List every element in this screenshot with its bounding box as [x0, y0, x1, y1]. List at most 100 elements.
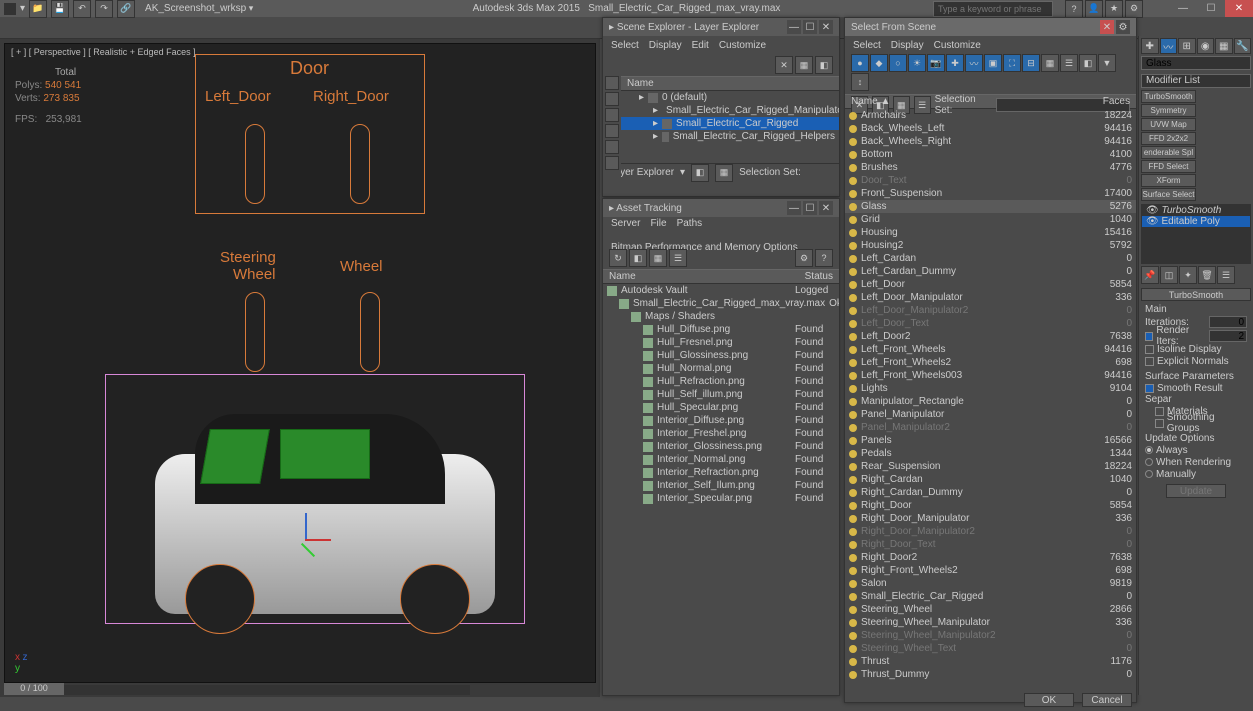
- at-icon[interactable]: ◧: [629, 249, 647, 267]
- asset-row[interactable]: Hull_Self_illum.pngFound: [603, 388, 839, 401]
- settings-icon[interactable]: ⚙: [1125, 0, 1143, 18]
- filter-helper-icon[interactable]: ✚: [946, 54, 964, 72]
- time-slider[interactable]: 0 / 100: [4, 685, 470, 695]
- stack-show-icon[interactable]: ◫: [1160, 266, 1178, 284]
- asset-row[interactable]: Interior_Diffuse.pngFound: [603, 414, 839, 427]
- render-iters-spinner[interactable]: [1209, 330, 1247, 342]
- asset-row[interactable]: Hull_Normal.pngFound: [603, 362, 839, 375]
- se-column-header[interactable]: Name: [621, 76, 839, 91]
- left-door-slider[interactable]: [245, 124, 265, 204]
- scene-object-row[interactable]: Thrust1176: [845, 655, 1136, 668]
- at-icon[interactable]: ⚙: [795, 249, 813, 267]
- stack-item[interactable]: 👁 TurboSmooth: [1142, 205, 1250, 216]
- smoothing-groups-checkbox[interactable]: [1155, 419, 1164, 428]
- close-icon[interactable]: ✕: [1100, 20, 1114, 34]
- stack-pin-icon[interactable]: 📌: [1141, 266, 1159, 284]
- stack-unique-icon[interactable]: ✦: [1179, 266, 1197, 284]
- scene-object-row[interactable]: Right_Front_Wheels2698: [845, 564, 1136, 577]
- se-search-icon[interactable]: ✕: [775, 56, 793, 74]
- rear-wheel-mesh[interactable]: [400, 564, 470, 634]
- side-tab-icon[interactable]: [605, 140, 619, 154]
- filter-geom-icon[interactable]: ◆: [870, 54, 888, 72]
- scene-object-row[interactable]: Right_Cardan_Dummy0: [845, 486, 1136, 499]
- scene-object-row[interactable]: Housing15416: [845, 226, 1136, 239]
- object-name-field[interactable]: [1141, 56, 1251, 70]
- layer-row[interactable]: ▸Small_Electric_Car_Rigged: [621, 117, 839, 130]
- utility-tab-icon[interactable]: 🔧: [1234, 38, 1252, 54]
- redo-icon[interactable]: ↷: [95, 0, 113, 18]
- asset-row[interactable]: Hull_Diffuse.pngFound: [603, 323, 839, 336]
- scene-object-row[interactable]: Grid1040: [845, 213, 1136, 226]
- front-wheel-mesh[interactable]: [185, 564, 255, 634]
- filter-all-icon[interactable]: ●: [851, 54, 869, 72]
- scene-object-row[interactable]: Left_Front_Wheels2698: [845, 356, 1136, 369]
- se-toggle-icon[interactable]: ◧: [815, 56, 833, 74]
- smooth-result-checkbox[interactable]: [1145, 384, 1154, 393]
- scene-object-row[interactable]: Steering_Wheel_Text0: [845, 642, 1136, 655]
- filter-icon[interactable]: ▼: [1098, 54, 1116, 72]
- max-caret-icon[interactable]: ▾: [20, 3, 25, 14]
- stack-item[interactable]: 👁 Editable Poly: [1142, 216, 1250, 227]
- scene-object-row[interactable]: Panel_Manipulator0: [845, 408, 1136, 421]
- asset-row[interactable]: Small_Electric_Car_Rigged_max_vray.maxOk: [603, 297, 839, 310]
- modifier-button[interactable]: XForm: [1141, 174, 1196, 187]
- modifier-stack[interactable]: 👁 TurboSmooth👁 Editable Poly: [1141, 204, 1251, 264]
- menu-file[interactable]: File: [650, 217, 666, 231]
- modifier-button[interactable]: FFD 2x2x2: [1141, 132, 1196, 145]
- asset-row[interactable]: Hull_Fresnel.pngFound: [603, 336, 839, 349]
- se-filter-icon[interactable]: ▦: [795, 56, 813, 74]
- menu-select[interactable]: Select: [611, 40, 639, 51]
- link-icon[interactable]: 🔗: [117, 0, 135, 18]
- asset-row[interactable]: Interior_Specular.pngFound: [603, 492, 839, 505]
- scene-object-row[interactable]: Steering_Wheel2866: [845, 603, 1136, 616]
- close-icon[interactable]: ✕: [819, 201, 833, 215]
- scene-object-row[interactable]: Left_Front_Wheels00394416: [845, 369, 1136, 382]
- turbosmooth-rollout-header[interactable]: TurboSmooth: [1141, 288, 1251, 301]
- minimize-button[interactable]: —: [1169, 0, 1197, 17]
- filter-xref-icon[interactable]: ⛶: [1003, 54, 1021, 72]
- filter-cam-icon[interactable]: 📷: [927, 54, 945, 72]
- scene-object-row[interactable]: Right_Door5854: [845, 499, 1136, 512]
- modifier-button[interactable]: Surface Select: [1141, 188, 1196, 201]
- asset-row[interactable]: Interior_Normal.pngFound: [603, 453, 839, 466]
- close-button[interactable]: ✕: [1225, 0, 1253, 17]
- asset-row[interactable]: Maps / Shaders: [603, 310, 839, 323]
- scene-object-row[interactable]: Left_Door5854: [845, 278, 1136, 291]
- asset-row[interactable]: Hull_Refraction.pngFound: [603, 375, 839, 388]
- scene-object-row[interactable]: Left_Door_Manipulator336: [845, 291, 1136, 304]
- filter-icon[interactable]: ▦: [1041, 54, 1059, 72]
- filter-warp-icon[interactable]: 〰: [965, 54, 983, 72]
- modifier-button[interactable]: UVW Map: [1141, 118, 1196, 131]
- sfs-titlebar[interactable]: Select From Scene ✕⚙: [845, 18, 1136, 36]
- asset-row[interactable]: Interior_Refraction.pngFound: [603, 466, 839, 479]
- steering-slider[interactable]: [245, 292, 265, 372]
- save-icon[interactable]: 💾: [51, 0, 69, 18]
- open-icon[interactable]: 📁: [29, 0, 47, 18]
- menu-select[interactable]: Select: [853, 40, 881, 51]
- asset-row[interactable]: Interior_Self_Ilum.pngFound: [603, 479, 839, 492]
- scene-object-row[interactable]: Right_Cardan1040: [845, 473, 1136, 486]
- at-column-header[interactable]: NameStatus: [603, 269, 839, 284]
- asset-row[interactable]: Interior_Freshel.pngFound: [603, 427, 839, 440]
- at-icon[interactable]: ?: [815, 249, 833, 267]
- explicit-normals-checkbox[interactable]: [1145, 357, 1154, 366]
- scene-object-row[interactable]: Right_Door27638: [845, 551, 1136, 564]
- scene-object-row[interactable]: Left_Front_Wheels94416: [845, 343, 1136, 356]
- when-rendering-radio[interactable]: [1145, 458, 1153, 466]
- scene-object-row[interactable]: Salon9819: [845, 577, 1136, 590]
- side-tab-icon[interactable]: [605, 108, 619, 122]
- filter-icon[interactable]: ☰: [1060, 54, 1078, 72]
- asset-row[interactable]: Autodesk VaultLogged: [603, 284, 839, 297]
- at-icon[interactable]: ▦: [649, 249, 667, 267]
- scene-object-row[interactable]: Manipulator_Rectangle0: [845, 395, 1136, 408]
- help-icon[interactable]: ?: [1065, 0, 1083, 18]
- scene-object-row[interactable]: Lights9104: [845, 382, 1136, 395]
- update-button[interactable]: Update: [1166, 484, 1226, 498]
- filter-bone-icon[interactable]: ⊟: [1022, 54, 1040, 72]
- filter-shape-icon[interactable]: ○: [889, 54, 907, 72]
- modifier-button[interactable]: Symmetry: [1141, 104, 1196, 117]
- manually-radio[interactable]: [1145, 470, 1153, 478]
- scene-object-row[interactable]: Front_Suspension17400: [845, 187, 1136, 200]
- scene-object-row[interactable]: Back_Wheels_Left94416: [845, 122, 1136, 135]
- stack-remove-icon[interactable]: 🗑: [1198, 266, 1216, 284]
